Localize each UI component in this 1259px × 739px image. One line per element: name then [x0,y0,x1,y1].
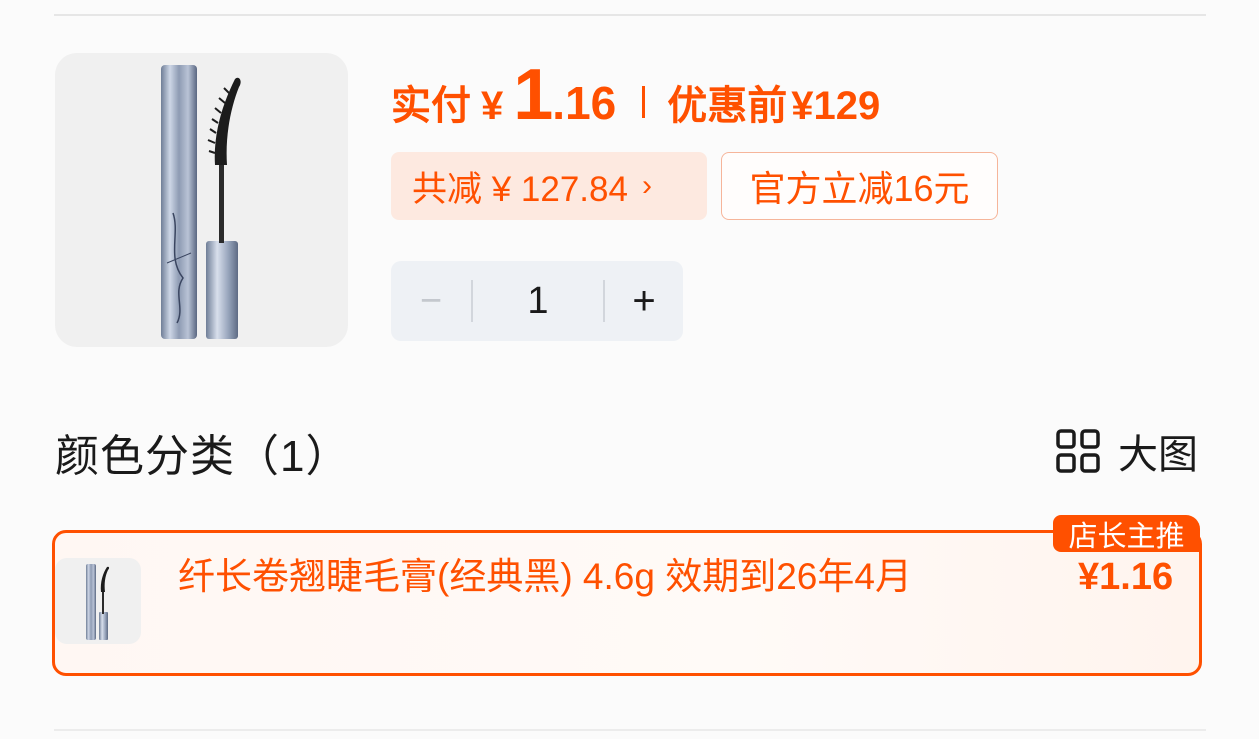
total-discount-text: 共减 ¥ 127.84 [412,169,628,209]
sku-option-name: 纤长卷翘睫毛膏(经典黑) 4.6g 效期到26年4月 [178,556,912,597]
original-price: ¥129 [791,84,881,128]
official-discount-tag: 官方立减16元 [721,152,998,220]
increase-button[interactable]: + [605,279,683,324]
grid-icon [1056,429,1100,473]
price-separator [642,86,646,118]
price-line: 实付 ¥ 1 .16 优惠前 ¥129 [391,54,881,135]
quantity-stepper: − 1 + [391,261,683,341]
sku-option-price: ¥1.16 [1078,556,1174,598]
chevron-right-icon: › [641,169,652,202]
currency-symbol: ¥ [481,84,504,128]
large-image-label: 大图 [1118,433,1198,477]
actual-pay-label: 实付 [391,84,471,128]
price-integer: 1 [513,55,553,135]
bottom-divider [54,729,1206,731]
total-discount-tag[interactable]: 共减 ¥ 127.84 › [391,152,707,220]
store-manager-pick-badge: 店长主推 [1053,515,1200,553]
decrease-button[interactable]: − [391,280,471,323]
mascara-thumbnail [86,564,110,640]
price-decimal: .16 [552,77,617,129]
mascara-image [161,65,241,339]
large-image-toggle[interactable]: 大图 [1056,428,1198,477]
quantity-value[interactable]: 1 [473,280,603,323]
original-price-label: 优惠前 [667,84,788,128]
product-image[interactable] [55,53,348,347]
color-category-title: 颜色分类（1） [55,432,351,481]
official-discount-text: 官方立减16元 [749,168,970,209]
sku-thumbnail[interactable] [55,558,141,644]
top-divider [54,14,1206,16]
